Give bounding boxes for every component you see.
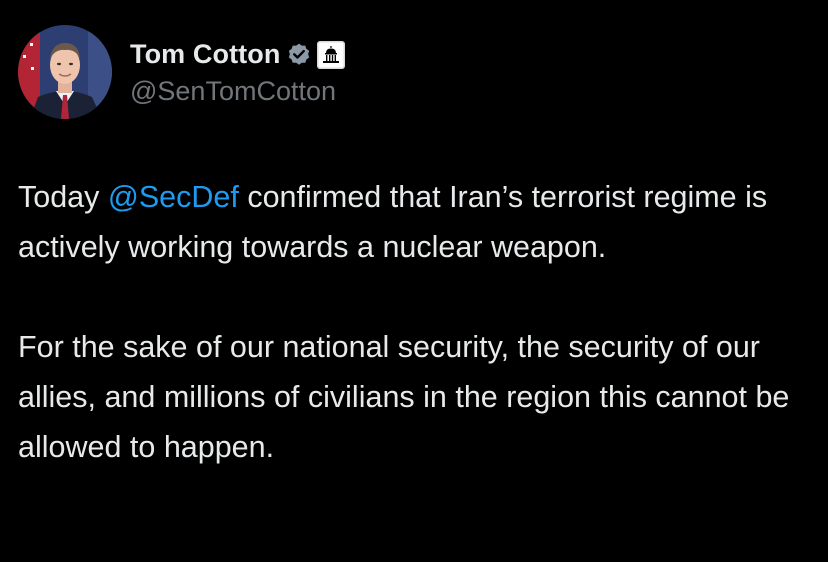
verified-check-icon[interactable]	[286, 42, 312, 68]
tweet-header: Tom Cotton @SenTomCotton	[18, 24, 346, 120]
avatar[interactable]	[18, 25, 112, 119]
avatar-image	[18, 25, 112, 119]
capitol-building-icon[interactable]	[316, 40, 346, 70]
author-handle[interactable]: @SenTomCotton	[130, 76, 346, 107]
author-name-row: Tom Cotton	[130, 38, 346, 72]
tweet-card: Tom Cotton @SenTomCotton Today @SecDef c…	[0, 0, 828, 562]
author-info: Tom Cotton @SenTomCotton	[130, 38, 346, 107]
author-display-name[interactable]: Tom Cotton	[130, 39, 280, 70]
tweet-text: Today @SecDef confirmed that Iran’s terr…	[18, 172, 813, 472]
tweet-paragraph-2: For the sake of our national security, t…	[18, 330, 790, 464]
paragraph-1-lead: Today	[18, 180, 108, 214]
mention-link[interactable]: @SecDef	[108, 180, 239, 214]
tweet-paragraph-1: Today @SecDef confirmed that Iran’s terr…	[18, 172, 813, 272]
